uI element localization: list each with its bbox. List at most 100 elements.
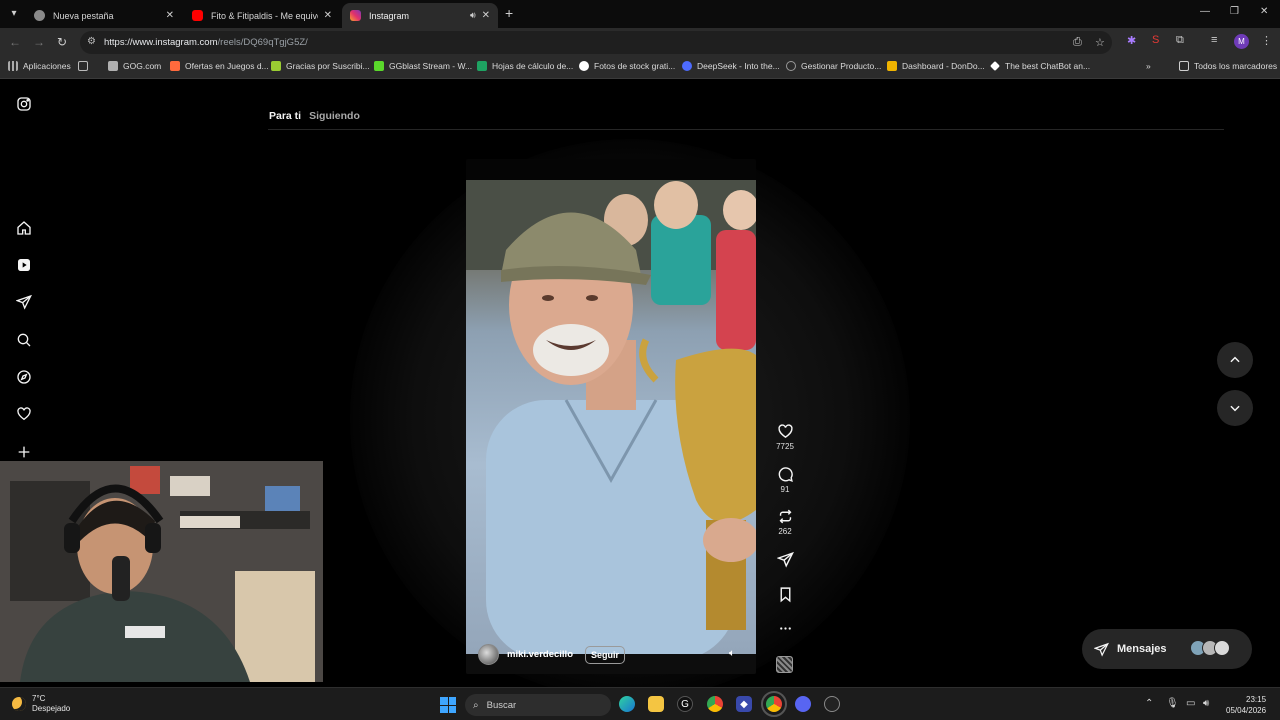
like-action[interactable]: 7725 — [775, 423, 795, 451]
explore-compass-icon[interactable] — [15, 368, 33, 386]
bookmark-gestionar[interactable]: Gestionar Producto... — [786, 61, 881, 71]
weather-widget[interactable]: 7°C Despejado — [12, 694, 70, 714]
volume-icon[interactable]: 🔈︎ — [729, 648, 735, 659]
more-bookmarks-icon[interactable]: » — [1146, 61, 1151, 71]
share-send-icon[interactable] — [776, 551, 794, 568]
microphone-icon[interactable]: 🎙︎ — [1166, 698, 1179, 709]
audio-thumbnail[interactable] — [776, 656, 793, 673]
reel-author: miki.verdecillo Seguir — [478, 644, 626, 665]
tab-instagram[interactable]: Instagram 🔊︎ ✕ — [342, 3, 498, 28]
more-action[interactable] — [775, 620, 795, 637]
save-action[interactable] — [775, 586, 795, 603]
bookmark-label: The best ChatBot an... — [1005, 61, 1091, 71]
chevron-up-icon — [1230, 356, 1240, 363]
tab-search-icon[interactable]: ▾ — [4, 4, 24, 22]
bookmark-icon[interactable] — [777, 586, 794, 603]
extension-s-icon[interactable]: S — [1152, 34, 1159, 46]
file-explorer-icon[interactable] — [648, 696, 664, 712]
search-icon: ⌕ — [473, 699, 479, 711]
search-icon[interactable] — [15, 331, 33, 349]
follow-button[interactable]: Seguir — [585, 645, 626, 664]
apps-grid-icon — [8, 61, 18, 71]
network-icon[interactable]: ▭ — [1186, 698, 1195, 709]
app-dark-icon[interactable]: G — [677, 696, 693, 712]
bookmark-gracias[interactable]: Gracias por Suscribi... — [271, 61, 370, 71]
bookmark-label: Aplicaciones — [23, 61, 71, 71]
start-windows-icon[interactable] — [440, 697, 456, 713]
heart-icon[interactable] — [777, 423, 794, 440]
tab-following[interactable]: Siguiendo — [309, 110, 360, 122]
messages-button[interactable]: Mensajes — [1082, 629, 1252, 669]
chatbot-favicon-icon — [990, 61, 1000, 71]
taskbar-search[interactable]: ⌕ Buscar — [465, 694, 611, 716]
media-controls-icon[interactable]: ≡ — [1211, 34, 1217, 46]
author-username[interactable]: miki.verdecillo — [507, 649, 573, 660]
reel-video[interactable]: miki.verdecillo Seguir 🔈︎ — [466, 159, 756, 674]
address-bar[interactable]: ⚙ https://www.instagram.com/reels/DQ69qT… — [80, 31, 1112, 54]
bookmark-apps[interactable]: Aplicaciones — [8, 61, 71, 71]
previous-reel-button[interactable] — [1217, 342, 1253, 378]
chrome-profile-icon[interactable] — [761, 691, 787, 717]
close-tab-icon[interactable]: ✕ — [166, 10, 174, 21]
author-avatar[interactable] — [478, 644, 499, 665]
tab-youtube[interactable]: Fito & Fitipaldis - Me equivocar ✕ — [184, 3, 340, 28]
bookmark-hojas[interactable]: Hojas de cálculo de... — [477, 61, 573, 71]
bookmark-fotos[interactable]: Fotos de stock grati... — [579, 61, 675, 71]
comment-bubble-icon[interactable] — [777, 466, 794, 483]
install-app-icon[interactable]: ⎙ — [1073, 36, 1082, 49]
discord-icon[interactable] — [795, 696, 811, 712]
direct-send-icon[interactable] — [15, 293, 33, 311]
home-icon[interactable] — [15, 219, 33, 237]
site-info-icon[interactable]: ⚙ — [87, 36, 96, 47]
repost-count: 262 — [778, 527, 792, 536]
share-action[interactable] — [775, 551, 795, 568]
extensions-puzzle-icon[interactable]: ⧉ — [1176, 34, 1184, 47]
tab-new-tab[interactable]: Nueva pestaña ✕ — [26, 3, 182, 28]
bookmark-chatbot[interactable]: The best ChatBot an... — [990, 61, 1090, 71]
close-window-button[interactable]: ✕ — [1260, 6, 1268, 17]
tab-for-you[interactable]: Para ti — [269, 110, 301, 122]
repost-icon[interactable] — [777, 508, 794, 525]
bookmark-dashboard[interactable]: Dashboard - DonDo... — [887, 61, 985, 71]
weather-condition: Despejado — [32, 704, 71, 713]
bookmarks-bar: Aplicaciones GOG.com Ofertas en Juegos d… — [0, 57, 1280, 79]
back-arrow-icon[interactable]: ← — [9, 35, 21, 49]
extension-gear-icon[interactable]: ✱ — [1127, 34, 1136, 47]
speaker-icon[interactable]: 🔊︎ — [470, 10, 476, 21]
instagram-logo-icon[interactable] — [15, 95, 33, 113]
profile-avatar[interactable]: M — [1234, 34, 1249, 49]
restore-button[interactable]: ❐ — [1230, 6, 1239, 17]
close-tab-icon[interactable]: ✕ — [482, 10, 490, 21]
temperature: 7°C — [32, 694, 46, 703]
obs-icon[interactable] — [824, 696, 840, 712]
menu-kebab-icon[interactable]: ⋮ — [1261, 34, 1272, 47]
create-plus-icon[interactable] — [15, 443, 33, 461]
system-clock[interactable]: 23:15 05/04/2026 — [1226, 694, 1266, 716]
repost-action[interactable]: 262 — [775, 508, 795, 536]
bookmark-deepseek[interactable]: DeepSeek - Into the... — [682, 61, 780, 71]
bookmark-label: Todos los marcadores — [1194, 61, 1278, 71]
reels-icon[interactable] — [15, 256, 33, 274]
reel-video-frame[interactable] — [466, 180, 756, 654]
bookmark-ofertas[interactable]: Ofertas en Juegos d... — [170, 61, 269, 71]
chrome-icon[interactable] — [707, 696, 723, 712]
volume-icon[interactable]: 🔊︎ — [1203, 698, 1209, 709]
notifications-heart-icon[interactable] — [15, 405, 33, 423]
reload-icon[interactable]: ↻ — [57, 35, 67, 49]
minimize-button[interactable]: — — [1200, 6, 1210, 17]
bookmark-star-icon[interactable]: ☆ — [1095, 36, 1105, 49]
vpn-app-icon[interactable]: ◆ — [736, 696, 752, 712]
close-tab-icon[interactable]: ✕ — [324, 10, 332, 21]
tray-overflow-chevron-icon[interactable]: ⌃ — [1145, 698, 1153, 709]
tab-groups-icon[interactable] — [78, 61, 93, 71]
new-tab-button[interactable]: + — [505, 5, 513, 21]
url-text[interactable]: https://www.instagram.com/reels/DQ69qTgj… — [104, 37, 308, 48]
next-reel-button[interactable] — [1217, 390, 1253, 426]
comment-action[interactable]: 91 — [775, 466, 795, 494]
bookmark-all-folder[interactable]: Todos los marcadores — [1179, 61, 1277, 71]
forward-arrow-icon[interactable]: → — [33, 35, 45, 49]
more-dots-icon[interactable] — [777, 620, 794, 637]
bookmark-gog[interactable]: GOG.com — [108, 61, 161, 71]
edge-icon[interactable] — [619, 696, 635, 712]
bookmark-ggblast[interactable]: GGblast Stream - W... — [374, 61, 472, 71]
